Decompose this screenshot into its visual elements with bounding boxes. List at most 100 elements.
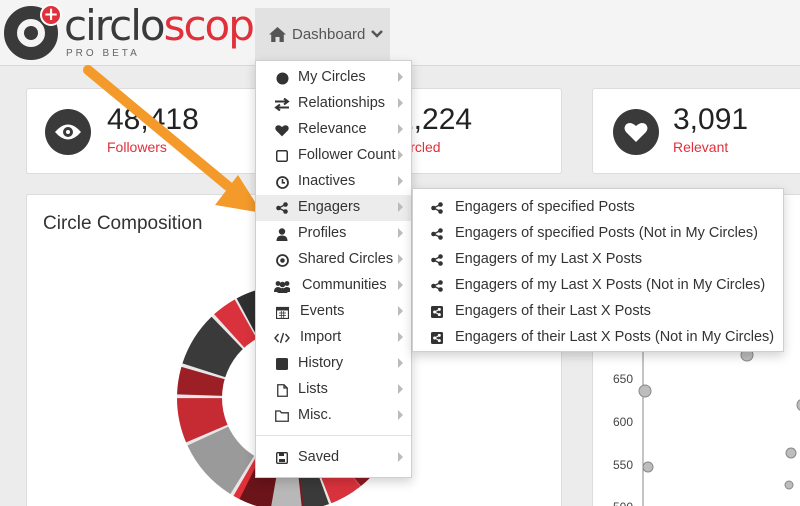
caret-right-icon: [398, 228, 403, 238]
heart-icon: [274, 123, 290, 137]
square-outline-icon: [274, 149, 290, 163]
menu-item-saved[interactable]: Saved: [256, 445, 411, 471]
submenu-item[interactable]: Engagers of specified Posts (Not in My C…: [413, 221, 783, 247]
share-icon: [431, 228, 445, 240]
caret-right-icon: [398, 254, 403, 264]
share-square-icon: [431, 306, 445, 318]
caret-right-icon: [398, 72, 403, 82]
menu-item-inactives[interactable]: Inactives: [256, 169, 411, 195]
share-icon: [431, 280, 445, 292]
menu-item-label: Inactives: [298, 173, 356, 189]
panel-title: Circle Composition: [43, 213, 203, 234]
menu-item-label: Lists: [298, 381, 328, 397]
dashboard-menu-button[interactable]: Dashboard: [255, 8, 390, 60]
submenu-item-label: Engagers of their Last X Posts (Not in M…: [455, 329, 775, 345]
code-icon: [274, 331, 290, 345]
submenu-item[interactable]: Engagers of my Last X Posts: [413, 247, 783, 273]
menu-item-label: Engagers: [298, 199, 361, 215]
folder-icon: [274, 409, 290, 423]
menu-item-follower-count[interactable]: Follower Count: [256, 143, 411, 169]
floppy-disk-icon: [274, 451, 290, 465]
menu-item-label: Communities: [302, 277, 387, 293]
submenu-item[interactable]: Engagers of their Last X Posts (Not in M…: [413, 325, 783, 351]
menu-item-history[interactable]: History: [256, 351, 411, 377]
data-point: [785, 447, 797, 459]
followers-label: Followers: [107, 139, 167, 155]
square-filled-icon: [274, 357, 290, 371]
submenu-item-label: Engagers of their Last X Posts: [455, 303, 651, 319]
chevron-down-icon: [371, 30, 384, 38]
submenu-item-label: Engagers of my Last X Posts (Not in My C…: [455, 277, 766, 293]
y-tick-label: 650: [613, 372, 633, 386]
logo-subtitle: PRO BETA: [66, 48, 140, 59]
menu-item-label: Profiles: [298, 225, 347, 241]
submenu-item[interactable]: Engagers of my Last X Posts (Not in My C…: [413, 273, 783, 299]
menu-item-profiles[interactable]: Profiles: [256, 221, 411, 247]
caret-right-icon: [398, 452, 403, 462]
engagers-submenu: Engagers of specified Posts Engagers of …: [412, 188, 784, 352]
y-tick-label: 500: [613, 500, 633, 506]
circloscope-logo[interactable]: + circloscope PRO BETA: [2, 2, 279, 62]
menu-item-my-circles[interactable]: My Circles: [256, 65, 411, 91]
y-tick-label: 550: [613, 458, 633, 472]
eye-icon: [45, 109, 91, 155]
dashboard-dropdown-menu: My Circles Relationships Relevance Follo…: [255, 60, 412, 478]
data-point: [638, 384, 652, 398]
submenu-item[interactable]: Engagers of specified Posts: [413, 195, 783, 221]
share-icon: [274, 201, 290, 215]
stat-card-followers: 48,418 Followers: [26, 88, 266, 174]
top-navbar: + circloscope PRO BETA Dashboard: [0, 0, 800, 66]
menu-item-relevance[interactable]: Relevance: [256, 117, 411, 143]
caret-right-icon: [398, 384, 403, 394]
stat-card-relevant: 3,091 Relevant: [592, 88, 800, 174]
menu-item-label: Shared Circles: [298, 251, 394, 267]
followers-count: 48,418: [107, 103, 199, 136]
heart-icon: [613, 109, 659, 155]
arrows-exchange-icon: [274, 97, 290, 111]
caret-right-icon: [398, 306, 403, 316]
menu-item-import[interactable]: Import: [256, 325, 411, 351]
home-icon: [269, 26, 286, 42]
users-icon: [274, 279, 290, 293]
circle-icon: [274, 71, 290, 85]
menu-item-engagers[interactable]: Engagers: [256, 195, 411, 221]
submenu-item-label: Engagers of my Last X Posts: [455, 251, 642, 267]
menu-item-label: Events: [300, 303, 345, 319]
caret-right-icon: [398, 150, 403, 160]
menu-item-events[interactable]: Events: [256, 299, 411, 325]
user-icon: [274, 227, 290, 241]
submenu-item[interactable]: Engagers of their Last X Posts: [413, 299, 783, 325]
caret-right-icon: [398, 176, 403, 186]
menu-item-label: Relevance: [298, 121, 367, 137]
menu-item-shared-circles[interactable]: Shared Circles: [256, 247, 411, 273]
file-icon: [274, 383, 290, 397]
submenu-item-label: Engagers of specified Posts (Not in My C…: [455, 225, 758, 241]
share-square-icon: [431, 332, 445, 344]
data-point: [642, 461, 654, 473]
submenu-item-label: Engagers of specified Posts: [455, 199, 635, 215]
caret-right-icon: [398, 202, 403, 212]
caret-right-icon: [398, 280, 403, 290]
menu-item-communities[interactable]: Communities: [256, 273, 411, 299]
relevant-label: Relevant: [673, 139, 729, 155]
logo-plus-icon: +: [40, 4, 62, 26]
menu-item-lists[interactable]: Lists: [256, 377, 411, 403]
caret-right-icon: [398, 98, 403, 108]
caret-right-icon: [398, 410, 403, 420]
calendar-icon: [274, 305, 290, 319]
menu-item-label: My Circles: [298, 69, 366, 85]
menu-item-misc[interactable]: Misc.: [256, 403, 411, 429]
menu-divider: [256, 435, 411, 436]
menu-item-label: Misc.: [298, 407, 332, 423]
caret-right-icon: [398, 124, 403, 134]
caret-right-icon: [398, 358, 403, 368]
menu-item-label: Follower Count: [298, 147, 396, 163]
menu-item-label: History: [298, 355, 344, 371]
caret-right-icon: [398, 332, 403, 342]
logo-dot-icon: [24, 26, 38, 40]
menu-item-relationships[interactable]: Relationships: [256, 91, 411, 117]
data-point: [784, 480, 794, 490]
clock-icon: [274, 175, 290, 189]
dot-circle-icon: [274, 253, 290, 267]
menu-item-label: Relationships: [298, 95, 386, 111]
